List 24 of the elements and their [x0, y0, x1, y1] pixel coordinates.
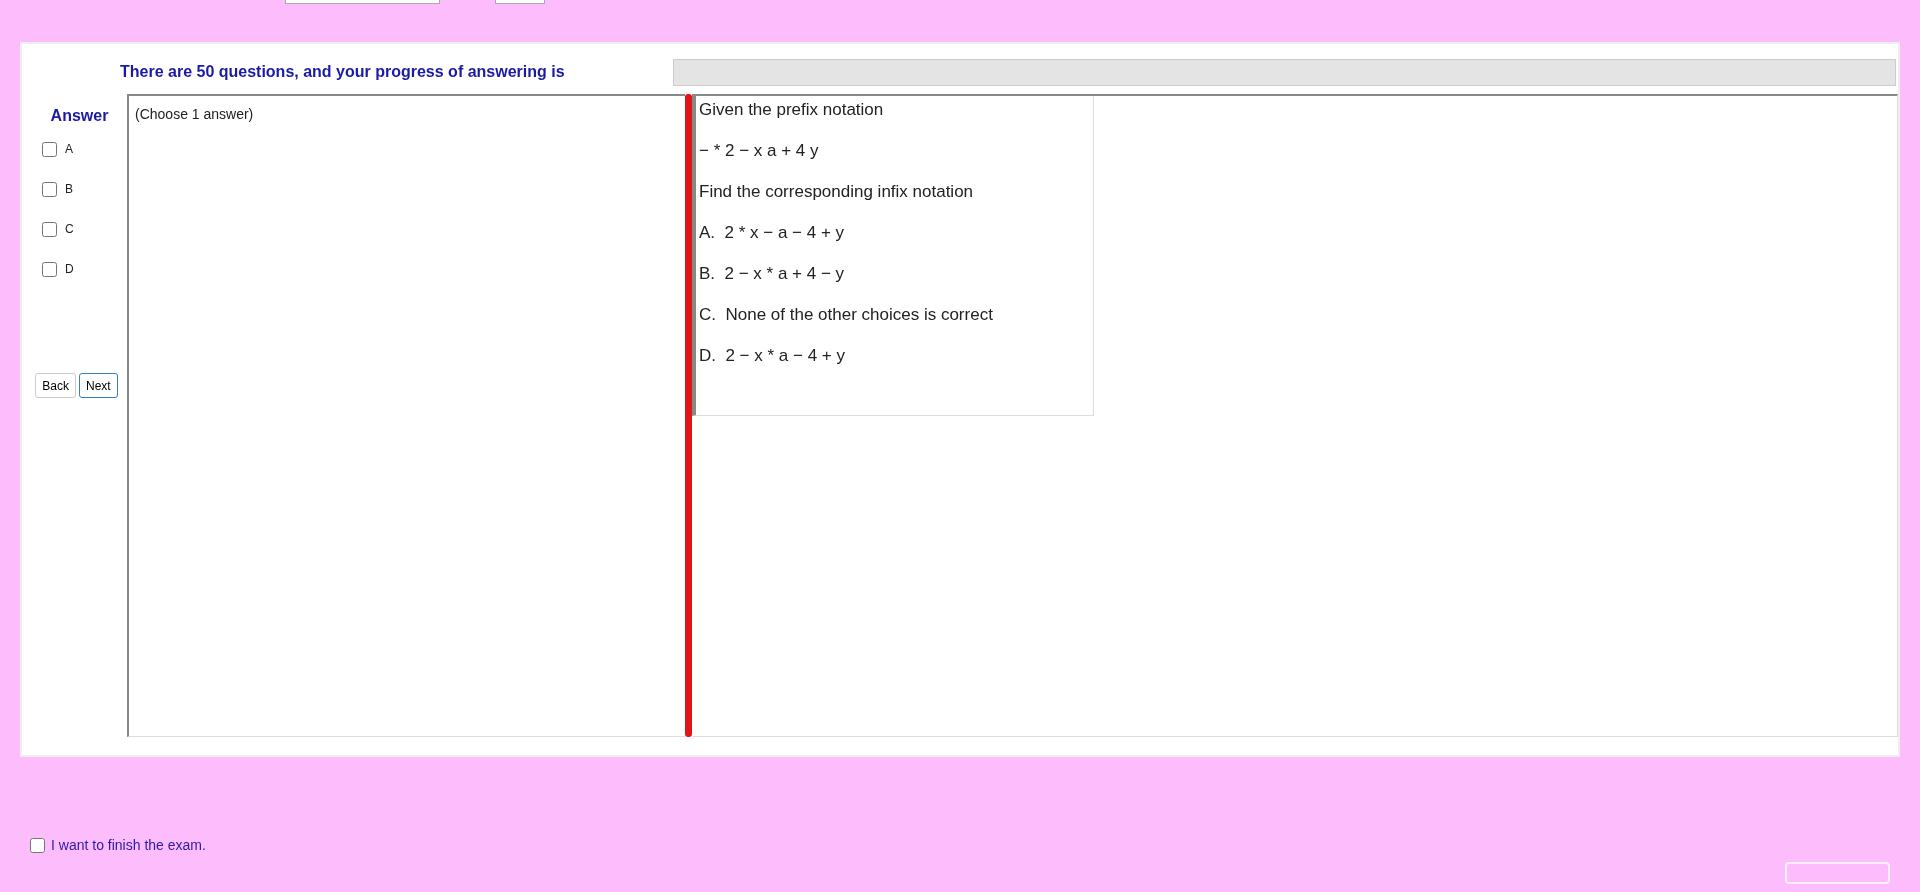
- option-label: C: [65, 221, 74, 238]
- dropdown-field[interactable]: [285, 0, 440, 4]
- back-button[interactable]: Back: [35, 373, 76, 398]
- answer-checkbox[interactable]: [42, 141, 57, 157]
- next-button[interactable]: Next: [79, 373, 118, 398]
- option-label: A: [65, 141, 73, 158]
- input-field[interactable]: [495, 0, 545, 4]
- progress-label: There are 50 questions, and your progress of answering is: [120, 62, 566, 82]
- answer-checkbox[interactable]: [42, 221, 57, 237]
- instruction-text: (Choose 1 answer): [135, 106, 254, 122]
- answer-checkbox[interactable]: [42, 181, 57, 197]
- question-text: Find the corresponding infix notation: [699, 181, 975, 203]
- question-text: − * 2 − x a + 4 y: [699, 140, 820, 162]
- answer-heading: Answer: [49, 106, 109, 126]
- finish-label: I want to finish the exam.: [51, 836, 206, 855]
- finish-checkbox[interactable]: [30, 838, 45, 853]
- question-text: D. 2 − x * a − 4 + y: [699, 345, 846, 367]
- answer-checkbox[interactable]: [42, 261, 57, 277]
- question-text: A. 2 * x − a − 4 + y: [699, 222, 846, 244]
- question-text: B. 2 − x * a + 4 − y: [699, 263, 846, 285]
- question-text: C. None of the other choices is correct: [699, 304, 994, 326]
- question-text: Given the prefix notation: [699, 99, 885, 121]
- option-label: D: [65, 261, 74, 278]
- option-label: B: [65, 181, 73, 198]
